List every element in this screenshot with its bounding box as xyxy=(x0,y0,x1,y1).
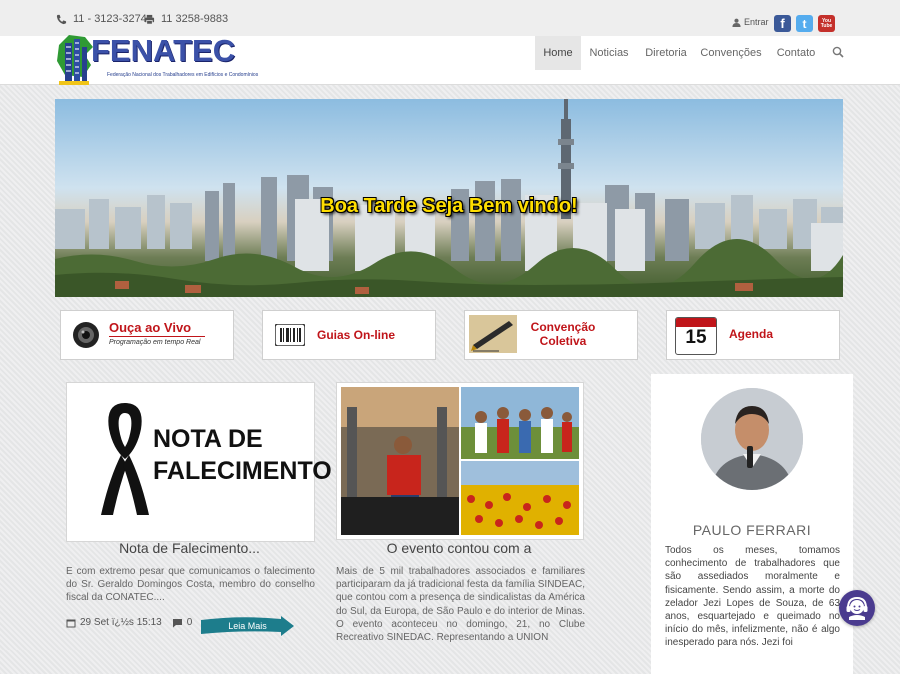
login-label: Entrar xyxy=(744,17,769,27)
quick-link-label: Convenção Coletiva xyxy=(530,320,596,348)
nav-noticias[interactable]: Noticias xyxy=(585,36,633,70)
speaker-icon xyxy=(73,322,99,348)
read-more-button[interactable]: Leia Mais xyxy=(201,616,294,636)
article-excerpt: Mais de 5 mil trabalhadores associados e… xyxy=(336,566,585,644)
nav-contato[interactable]: Contato xyxy=(772,36,820,70)
label-underline xyxy=(109,336,205,337)
calendar-icon: 15 xyxy=(675,317,717,355)
read-more-label: Leia Mais xyxy=(228,621,267,631)
calendar-day: 15 xyxy=(685,327,707,348)
quick-link-agenda[interactable]: 15 Agenda xyxy=(666,310,840,360)
phone-contact: 11 - 3123-3274 xyxy=(56,13,147,25)
logo-building-icon xyxy=(57,35,93,85)
user-icon xyxy=(732,18,741,27)
logo-wordmark: FENATEC xyxy=(91,33,236,68)
quick-link-convencao-coletiva[interactable]: Convenção Coletiva xyxy=(464,310,638,360)
mourning-ribbon-icon xyxy=(101,403,149,515)
site-header: FENATEC Federação Nacional dos Trabalhad… xyxy=(0,33,900,85)
quick-link-guias-online[interactable]: Guias On-line xyxy=(262,310,436,360)
article-title[interactable]: O evento contou com a xyxy=(336,540,582,556)
image-caption: NOTA DE FALECIMENTO xyxy=(153,425,332,485)
phone-number: 11 - 3123-3274 xyxy=(73,13,147,25)
article-date: 29 Set ï¿½s 15:13 xyxy=(80,617,162,628)
nav-convencoes[interactable]: Convenções xyxy=(699,36,763,70)
nav-home[interactable]: Home xyxy=(535,36,581,70)
login-link[interactable]: Entrar xyxy=(732,17,769,27)
calendar-small-icon xyxy=(66,619,76,627)
search-icon[interactable] xyxy=(832,46,844,58)
article-meta: 29 Set ï¿½s 15:13 0 xyxy=(66,617,192,628)
president-column: PAULO FERRARI Todos os meses, tomamos co… xyxy=(651,374,853,674)
comment-icon xyxy=(172,618,182,627)
welcome-message: Boa Tarde Seja Bem vindo! xyxy=(320,195,578,217)
fenatec-logo[interactable]: FENATEC Federação Nacional dos Trabalhad… xyxy=(55,29,275,87)
fax-number: 11 3258-9883 xyxy=(161,13,229,25)
article-image-evento[interactable] xyxy=(336,382,584,540)
fax-contact: 11 3258-9883 xyxy=(144,13,228,25)
columnist-name: PAULO FERRARI xyxy=(692,522,812,538)
pen-icon xyxy=(469,315,517,353)
hero-banner: Boa Tarde Seja Bem vindo! xyxy=(55,99,843,297)
article-excerpt: E com extremo pesar que comunicamos o fa… xyxy=(66,566,315,604)
comment-count: 0 xyxy=(186,617,193,628)
barcode-icon xyxy=(275,324,305,346)
article-title[interactable]: Nota de Falecimento... xyxy=(66,540,313,556)
chat-button[interactable] xyxy=(839,590,875,626)
twitter-icon[interactable]: t xyxy=(796,15,813,32)
quick-link-label: Agenda xyxy=(729,327,774,341)
article-image-nota-falecimento[interactable]: NOTA DE FALECIMENTO xyxy=(66,382,332,542)
phone-icon xyxy=(56,14,67,24)
quick-link-label: Ouça ao Vivo xyxy=(109,320,192,335)
event-photo-collage xyxy=(341,387,579,535)
youtube-icon[interactable]: You Tube xyxy=(818,15,835,32)
logo-subtitle: Federação Nacional dos Trabalhadores em … xyxy=(107,72,259,78)
column-text: Todos os meses, tomamos conhecimento de … xyxy=(665,545,840,649)
quick-link-sub: Programação em tempo Real xyxy=(109,339,201,346)
printer-icon xyxy=(144,14,155,24)
avatar xyxy=(701,388,803,490)
support-agent-icon xyxy=(846,596,868,620)
facebook-icon[interactable]: f xyxy=(774,15,791,32)
portrait-photo xyxy=(701,388,803,490)
quick-link-label: Guias On-line xyxy=(317,328,396,342)
quick-link-ouca-ao-vivo[interactable]: Ouça ao Vivo Programação em tempo Real xyxy=(60,310,234,360)
nav-diretoria[interactable]: Diretoria xyxy=(641,36,691,70)
